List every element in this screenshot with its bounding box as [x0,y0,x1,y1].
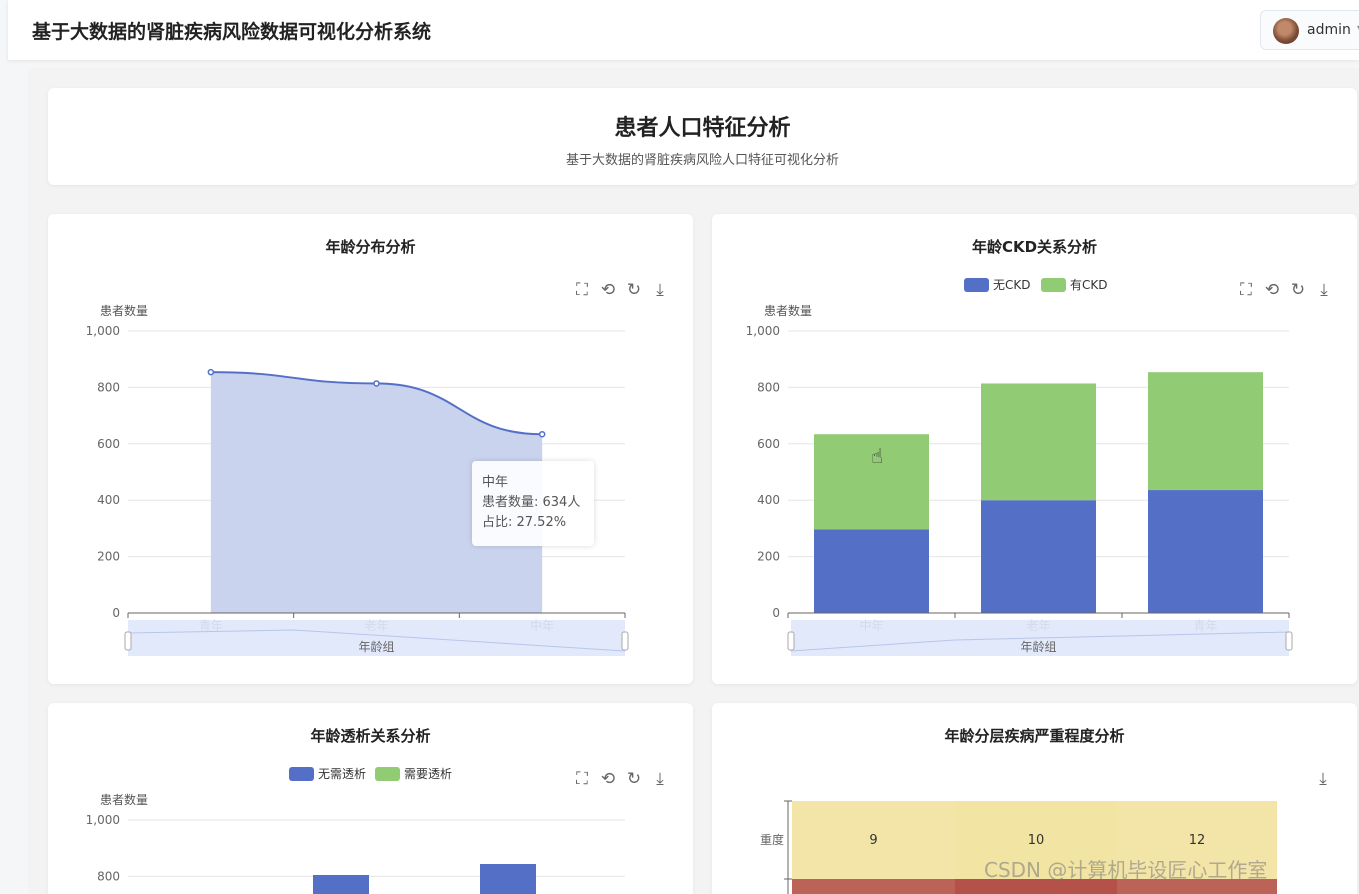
save-image-icon[interactable]: ⤓ [656,769,664,789]
y-tick-label: 0 [772,606,780,620]
y-tick-label: 600 [97,437,120,451]
legend-label[interactable]: 有CKD [1070,278,1108,292]
data-zoom-handle-right[interactable] [1285,631,1293,651]
legend-swatch[interactable] [375,767,400,781]
age-dialysis-chart: 患者数量 ⛶ ⟲ ↻ ⤓ 无需透析 需要透析 800 1,000 [86,767,664,894]
page-title: 患者人口特征分析 [614,116,791,141]
watermark: CSDN @计算机毕设匠心工作室 [984,858,1268,882]
age-distribution-card: 年龄分布分析 患者数量⛶⟲↻⤓02004006008001,000青年老年中年年… [48,214,693,684]
y-tick-label: 800 [757,380,780,394]
x-axis-label: 年龄组 [1020,640,1056,654]
legend-label[interactable]: 无CKD [993,278,1031,292]
save-image-icon[interactable]: ⤓ [1319,769,1327,789]
legend-swatch[interactable] [964,278,989,292]
bar[interactable] [1148,372,1263,491]
age-dialysis-card: 年龄透析关系分析 患者数量 ⛶ ⟲ ↻ ⤓ 无需透析 需要透析 800 1,000 [48,703,693,894]
age-ckd-card: 年龄CKD关系分析 患者数量 ⛶ ⟲ ↻ ⤓ 无CKD 有CKD 0 200 400 600 800 1… [712,214,1357,684]
age-distribution-chart: 患者数量⛶⟲↻⤓02004006008001,000青年老年中年年龄组 [86,280,664,656]
restore-icon[interactable]: ↻ [627,280,641,300]
zoom-select-icon[interactable]: ⛶ [576,280,588,300]
page-header-card: 患者人口特征分析 基于大数据的肾脏疾病风险人口特征可视化分析 [48,88,1357,185]
tooltip-ratio: 占比: 27.52% [482,515,567,530]
y-axis-label: 患者数量 [100,792,148,807]
legend-label[interactable]: 无需透析 [318,767,366,781]
zoom-reset-icon[interactable]: ⟲ [601,769,615,789]
y-tick-label: 1,000 [86,813,120,827]
data-zoom-handle-left[interactable] [787,631,795,651]
top-bar: 基于大数据的肾脏疾病风险数据可视化分析系统 admin ▾ [8,0,1359,60]
bar[interactable] [313,874,369,894]
chart-tooltip: 中年 患者数量: 634人 占比: 27.52% [472,461,594,546]
data-zoom-handle-right[interactable] [621,631,629,651]
user-menu[interactable]: admin ▾ [1260,10,1359,50]
data-point[interactable] [207,368,215,376]
y-tick-label: 200 [757,550,780,564]
save-image-icon[interactable]: ⤓ [1320,280,1328,300]
hand-cursor-icon: ☝ [871,444,883,468]
zoom-reset-icon[interactable]: ⟲ [1265,280,1279,300]
y-tick-label: 1,000 [746,324,780,338]
data-point[interactable] [373,380,380,387]
zoom-select-icon[interactable]: ⛶ [576,769,588,789]
y-tick-label: 1,000 [86,324,120,338]
tooltip-count: 患者数量: 634人 [482,495,581,510]
y-tick-label: 400 [97,493,120,507]
restore-icon[interactable]: ↻ [627,769,641,789]
age-ckd-chart: 患者数量⛶⟲↻⤓无CKD有CKD02004006008001,000中年老年青年… [746,278,1328,656]
data-point[interactable] [538,430,546,438]
y-tick-label: 重度 [760,832,784,847]
bar[interactable] [480,863,536,894]
restore-icon[interactable]: ↻ [1291,280,1305,300]
heatmap-cell-value: 12 [1189,833,1206,848]
page-subtitle: 基于大数据的肾脏疾病风险人口特征可视化分析 [565,153,839,168]
data-zoom-handle-left[interactable] [124,631,132,651]
bar[interactable] [981,383,1096,501]
app-title: 基于大数据的肾脏疾病风险数据可视化分析系统 [32,21,432,43]
y-tick-label: 0 [112,606,120,620]
legend-swatch[interactable] [289,767,314,781]
avatar[interactable] [1273,18,1299,44]
y-tick-label: 200 [97,550,120,564]
legend-label[interactable]: 需要透析 [404,767,452,781]
bar[interactable] [981,500,1096,613]
y-tick-label: 600 [757,437,780,451]
y-tick-label: 400 [757,493,780,507]
y-axis-label: 患者数量 [764,303,812,318]
y-tick-label: 800 [97,380,120,394]
bar[interactable] [814,529,929,613]
zoom-reset-icon[interactable]: ⟲ [601,280,615,300]
y-tick-label: 800 [97,869,120,883]
x-axis-label: 年龄组 [358,640,394,654]
y-axis-label: 患者数量 [100,303,148,318]
tooltip-title: 中年 [482,475,509,490]
bar[interactable] [1148,490,1263,613]
save-image-icon[interactable]: ⤓ [656,280,664,300]
heatmap-cell-value: 9 [869,833,877,848]
legend-swatch[interactable] [1041,278,1066,292]
zoom-select-icon[interactable]: ⛶ [1240,280,1252,300]
heatmap-cell-value: 10 [1028,833,1045,848]
user-name[interactable]: admin [1307,22,1351,38]
